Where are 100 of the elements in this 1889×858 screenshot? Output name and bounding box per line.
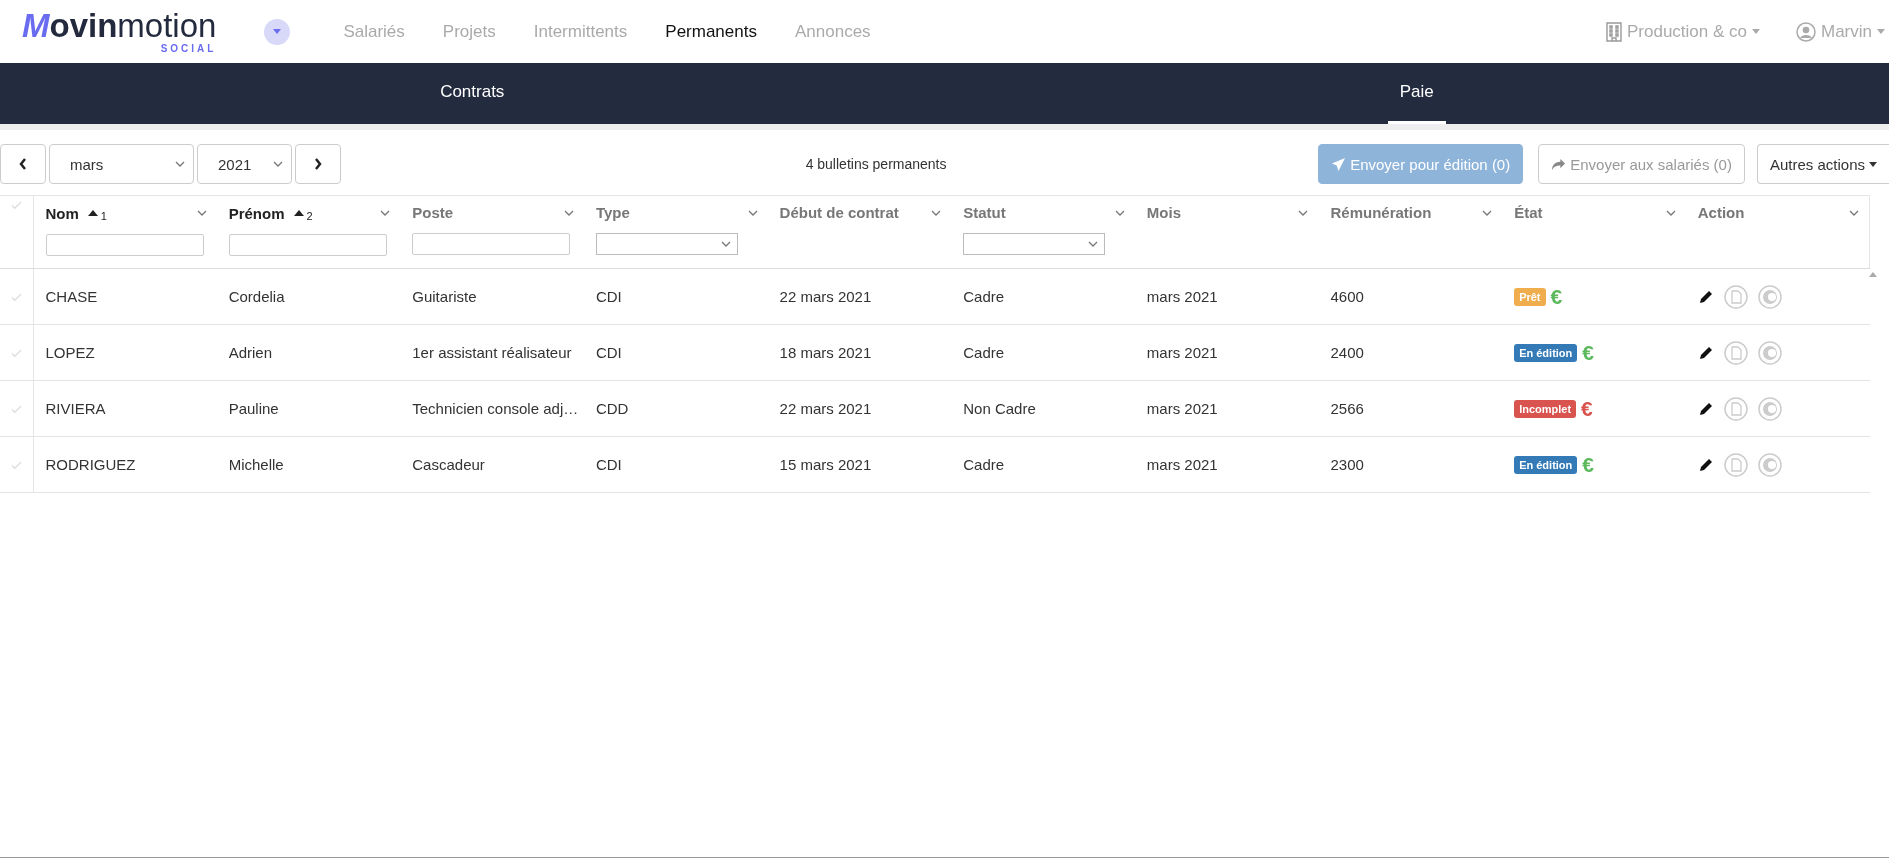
year-select[interactable]: 2021 <box>197 144 292 184</box>
payment-status: € <box>1581 396 1593 420</box>
sort-order: 2 <box>306 210 313 222</box>
payment-status: € <box>1582 340 1594 364</box>
coin-icon <box>1757 340 1782 365</box>
coin-button[interactable] <box>1757 340 1782 365</box>
table-cell: mars 2021 <box>1146 288 1218 305</box>
table-cell: Cadre <box>963 288 1005 305</box>
column-menu-icon <box>380 210 391 216</box>
nav-tab[interactable]: Annonces <box>794 21 871 42</box>
document-button[interactable] <box>1723 284 1748 309</box>
status-badge: En édition <box>1514 455 1578 474</box>
filter-input[interactable] <box>45 234 204 256</box>
document-button[interactable] <box>1723 340 1748 365</box>
coin-button[interactable] <box>1757 284 1782 309</box>
column-header[interactable]: Poste <box>412 204 454 221</box>
table-cell: LOPEZ <box>45 344 95 361</box>
column-menu-icon <box>1482 209 1493 216</box>
nav-tab[interactable]: Salariés <box>343 21 405 42</box>
row-check-icon[interactable] <box>10 405 22 414</box>
sort-ascending-icon <box>87 210 98 216</box>
table-cell: Technicien console adj… <box>412 400 579 417</box>
column-header[interactable]: Nom <box>45 204 79 222</box>
document-icon <box>1723 452 1748 477</box>
table-cell: CHASE <box>45 288 98 305</box>
caret-icon <box>1877 29 1885 34</box>
edit-button[interactable] <box>1697 400 1714 417</box>
status-badge: Prêt <box>1514 287 1546 306</box>
caret-icon <box>273 29 282 34</box>
nav-tab[interactable]: Intermittents <box>533 21 628 42</box>
table-cell: mars 2021 <box>1146 456 1218 473</box>
pencil-icon <box>1697 456 1714 473</box>
table-cell: 18 mars 2021 <box>779 344 872 361</box>
menu-toggle-button[interactable] <box>264 18 291 45</box>
column-menu-icon <box>747 209 758 216</box>
table-cell: Cadre <box>963 344 1005 361</box>
table-cell: 2566 <box>1330 400 1364 417</box>
share-arrow-icon <box>1551 157 1567 171</box>
column-header[interactable]: Type <box>595 204 630 221</box>
table-cell: RIVIERA <box>45 400 106 417</box>
table-cell: Cordelia <box>228 288 285 305</box>
column-header[interactable]: Mois <box>1146 204 1181 221</box>
document-button[interactable] <box>1723 396 1748 421</box>
table-cell: 15 mars 2021 <box>779 456 872 473</box>
row-check-icon[interactable] <box>10 349 22 358</box>
edit-button[interactable] <box>1697 344 1714 361</box>
table-cell: CDI <box>595 456 622 473</box>
row-check-icon[interactable] <box>10 461 22 470</box>
document-icon <box>1723 396 1748 421</box>
column-header[interactable]: Début de contrat <box>779 204 899 221</box>
company-menu[interactable]: Production & co <box>1605 21 1760 42</box>
nav-tab[interactable]: Permanents <box>665 21 757 42</box>
scroll-up-icon[interactable] <box>1869 272 1877 277</box>
column-menu-icon <box>1665 209 1676 216</box>
table-cell: CDI <box>595 344 622 361</box>
nav-tab[interactable]: Projets <box>442 21 496 42</box>
filter-select[interactable] <box>963 233 1106 255</box>
document-icon <box>1723 284 1748 309</box>
table-cell: CDI <box>595 288 622 305</box>
coin-icon <box>1757 284 1782 309</box>
column-header[interactable]: Prénom <box>228 204 285 222</box>
edit-button[interactable] <box>1697 288 1714 305</box>
column-header[interactable]: État <box>1514 204 1543 221</box>
table-cell: 1er assistant réalisateur <box>412 344 572 361</box>
edit-button[interactable] <box>1697 456 1714 473</box>
coin-button[interactable] <box>1757 452 1782 477</box>
filter-input[interactable] <box>412 233 571 255</box>
table-cell: mars 2021 <box>1146 344 1218 361</box>
document-icon <box>1723 340 1748 365</box>
user-menu[interactable]: Marvin <box>1796 21 1885 42</box>
column-header[interactable]: Action <box>1697 204 1745 221</box>
logo-wordmark: Movinmotion <box>22 9 217 42</box>
bulletin-count: 4 bulletins permanents <box>804 156 948 172</box>
table-cell: CDD <box>595 400 629 417</box>
filter-select[interactable] <box>595 233 738 255</box>
more-actions-button[interactable]: Autres actions <box>1756 144 1889 184</box>
document-button[interactable] <box>1723 452 1748 477</box>
column-header[interactable]: Statut <box>963 204 1006 221</box>
sort-order: 1 <box>100 210 107 222</box>
payment-status: € <box>1550 284 1563 308</box>
column-header[interactable]: Rémunération <box>1330 204 1432 221</box>
next-month-button[interactable] <box>295 144 341 184</box>
coin-icon <box>1757 396 1782 421</box>
table-cell: RODRIGUEZ <box>45 456 136 473</box>
previous-month-button[interactable] <box>0 144 46 184</box>
month-select[interactable]: mars <box>49 144 194 184</box>
chevron-down-icon <box>175 161 185 167</box>
table-cell: Non Cadre <box>963 400 1036 417</box>
row-check-icon[interactable] <box>10 201 22 210</box>
table-cell: 4600 <box>1330 288 1364 305</box>
sub-nav-tab[interactable]: Contrats <box>428 63 517 124</box>
table-cell: Cascadeur <box>412 456 485 473</box>
coin-button[interactable] <box>1757 396 1782 421</box>
pencil-icon <box>1697 288 1714 305</box>
filter-input[interactable] <box>228 234 387 256</box>
row-check-icon[interactable] <box>10 293 22 302</box>
pencil-icon <box>1697 344 1714 361</box>
logo-tagline: SOCIAL <box>160 43 217 54</box>
table-cell: mars 2021 <box>1146 400 1218 417</box>
column-menu-icon <box>931 209 942 216</box>
